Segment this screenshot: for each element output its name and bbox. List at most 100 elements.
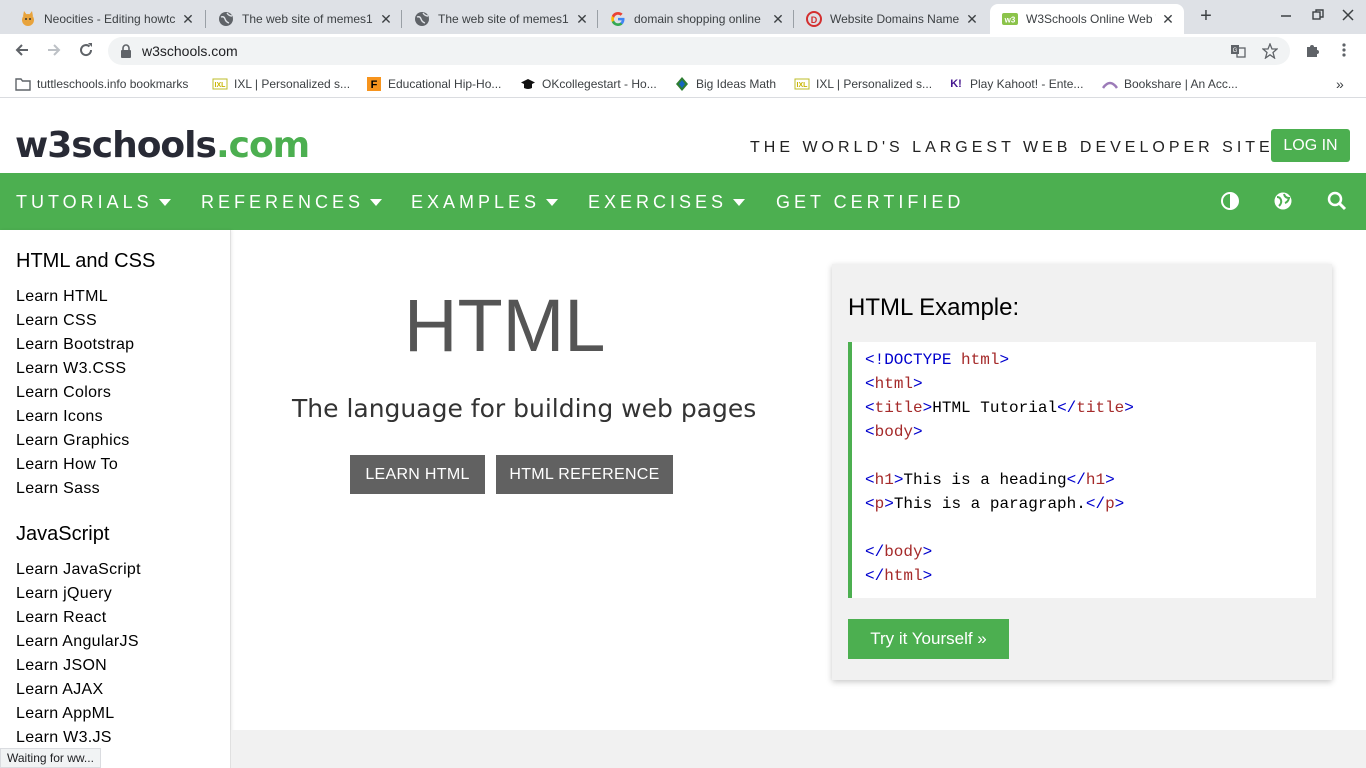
nav-exercises[interactable]: EXERCISES: [588, 192, 746, 213]
code-token: >: [999, 351, 1010, 369]
window-close-icon[interactable]: [1342, 8, 1354, 24]
sidebar-link-learn-json[interactable]: Learn JSON: [16, 657, 107, 675]
neocities-cat-icon: [20, 11, 36, 27]
tab-close-icon[interactable]: ✕: [574, 11, 590, 27]
sidebar-heading: JavaScript: [16, 523, 110, 545]
bookmarks-bar: tuttleschools.info bookmarks IXL IXL | P…: [0, 70, 1366, 98]
login-button[interactable]: LOG IN: [1271, 129, 1350, 162]
forward-arrow-icon[interactable]: [44, 42, 64, 62]
tab-title: The web site of memes1: [438, 12, 569, 26]
code-token: html: [874, 375, 914, 393]
code-token: <!DOCTYPE: [865, 351, 952, 369]
sidebar-link-learn-graphics[interactable]: Learn Graphics: [16, 432, 130, 450]
search-icon[interactable]: [1327, 191, 1347, 211]
code-token: <: [865, 399, 875, 417]
tab-close-icon[interactable]: ✕: [770, 11, 786, 27]
minimize-icon[interactable]: [1280, 8, 1292, 24]
try-it-yourself-button[interactable]: Try it Yourself »: [848, 619, 1009, 659]
logo-main-text: w3schools: [15, 125, 217, 166]
sidebar-link-learn-bootstrap[interactable]: Learn Bootstrap: [16, 336, 134, 354]
browser-tab-w3schools-active[interactable]: w3 W3Schools Online Web T ✕: [990, 4, 1184, 34]
html-reference-button[interactable]: HTML REFERENCE: [496, 455, 673, 494]
sidebar-link-learn-angularjs[interactable]: Learn AngularJS: [16, 633, 139, 651]
bookmark-item[interactable]: tuttleschools.info bookmarks: [15, 76, 188, 92]
browser-toolbar: w3schools.com G: [0, 34, 1366, 70]
nav-get-certified[interactable]: GET CERTIFIED: [776, 192, 964, 213]
extensions-puzzle-icon[interactable]: [1302, 42, 1322, 62]
code-token: >: [913, 423, 923, 441]
new-tab-icon[interactable]: +: [1196, 6, 1216, 26]
sidebar-link-learn-w3js[interactable]: Learn W3.JS: [16, 729, 112, 747]
tab-title: Website Domains Name: [830, 12, 960, 26]
translate-icon[interactable]: G: [1230, 43, 1246, 59]
bookmark-item[interactable]: F Educational Hip-Ho...: [366, 76, 501, 92]
tab-close-icon[interactable]: ✕: [180, 11, 196, 27]
bookmark-item[interactable]: IXL IXL | Personalized s...: [212, 76, 350, 92]
more-bookmarks-chevron-icon[interactable]: »: [1336, 76, 1344, 92]
ixl-icon: IXL: [212, 76, 228, 92]
contrast-toggle-icon[interactable]: [1220, 191, 1240, 211]
nav-examples[interactable]: EXAMPLES: [411, 192, 559, 213]
flocabulary-icon: F: [366, 76, 382, 92]
sidebar-link-learn-icons[interactable]: Learn Icons: [16, 408, 103, 426]
browser-tab-memes-1[interactable]: The web site of memes1 ✕: [206, 4, 402, 34]
browser-status-bubble: Waiting for ww...: [0, 748, 101, 768]
code-line: <h1>This is a heading</h1>: [865, 471, 1115, 489]
code-token: <: [865, 423, 875, 441]
hero-subtitle: The language for building web pages: [292, 394, 757, 423]
reload-icon[interactable]: [76, 42, 96, 62]
tab-title: The web site of memes1: [242, 12, 373, 26]
browser-tab-domain-shopping[interactable]: domain shopping online ✕: [598, 4, 794, 34]
sidebar-link-learn-ajax[interactable]: Learn AJAX: [16, 681, 104, 699]
code-token: <: [865, 495, 875, 513]
code-line: <p>This is a paragraph.</p>: [865, 495, 1124, 513]
ixl-icon: IXL: [794, 76, 810, 92]
code-token: html: [951, 351, 1000, 369]
globe-icon: [218, 11, 234, 27]
tab-close-icon[interactable]: ✕: [378, 11, 394, 27]
restore-icon[interactable]: [1312, 8, 1324, 24]
bookmark-item[interactable]: Big Ideas Math: [674, 76, 776, 92]
nav-tutorials[interactable]: TUTORIALS: [16, 192, 171, 213]
address-bar[interactable]: w3schools.com G: [108, 37, 1290, 65]
sidebar-link-learn-css[interactable]: Learn CSS: [16, 312, 97, 330]
globe-language-icon[interactable]: [1273, 191, 1293, 211]
sidebar-link-learn-appml[interactable]: Learn AppML: [16, 705, 114, 723]
browser-tab-neocities[interactable]: Neocities - Editing howtc ✕: [8, 4, 204, 34]
code-token: >: [1124, 399, 1134, 417]
domain-d-icon: D: [806, 11, 822, 27]
tutorial-sidebar: HTML and CSS Learn HTML Learn CSS Learn …: [0, 230, 231, 768]
sidebar-link-learn-colors[interactable]: Learn Colors: [16, 384, 111, 402]
tab-close-icon[interactable]: ✕: [1160, 11, 1176, 27]
sidebar-link-learn-html[interactable]: Learn HTML: [16, 288, 108, 306]
code-token: body: [884, 543, 923, 561]
sidebar-link-learn-javascript[interactable]: Learn JavaScript: [16, 561, 141, 579]
nav-references[interactable]: REFERENCES: [201, 192, 383, 213]
bookmark-item[interactable]: OKcollegestart - Ho...: [520, 76, 657, 92]
browser-menu-icon[interactable]: [1334, 42, 1354, 62]
bookmark-item[interactable]: K! Play Kahoot! - Ente...: [948, 76, 1083, 92]
browser-tab-website-domains[interactable]: D Website Domains Name ✕: [794, 4, 988, 34]
sidebar-link-learn-react[interactable]: Learn React: [16, 609, 106, 627]
back-arrow-icon[interactable]: [12, 42, 32, 62]
lock-icon[interactable]: [120, 44, 132, 58]
svg-text:D: D: [811, 15, 818, 25]
bookmark-item[interactable]: IXL IXL | Personalized s...: [794, 76, 932, 92]
nav-label: EXAMPLES: [411, 192, 541, 212]
folder-icon: [15, 76, 31, 92]
w3schools-logo[interactable]: w3schools.com: [15, 125, 310, 166]
tab-close-icon[interactable]: ✕: [964, 11, 980, 27]
sidebar-link-learn-sass[interactable]: Learn Sass: [16, 480, 100, 498]
code-token: </: [1066, 471, 1086, 489]
bookmark-star-icon[interactable]: [1261, 42, 1279, 60]
bookmark-item[interactable]: Bookshare | An Acc...: [1102, 76, 1238, 92]
learn-html-button[interactable]: LEARN HTML: [350, 455, 485, 494]
sidebar-link-learn-how-to[interactable]: Learn How To: [16, 456, 118, 474]
code-token: <: [865, 471, 875, 489]
tab-title: Neocities - Editing howtc: [44, 12, 176, 26]
browser-tab-memes-2[interactable]: The web site of memes1 ✕: [402, 4, 598, 34]
sidebar-link-learn-w3css[interactable]: Learn W3.CSS: [16, 360, 126, 378]
sidebar-link-learn-jquery[interactable]: Learn jQuery: [16, 585, 112, 603]
svg-text:IXL: IXL: [215, 82, 227, 89]
code-token: </: [865, 567, 885, 585]
